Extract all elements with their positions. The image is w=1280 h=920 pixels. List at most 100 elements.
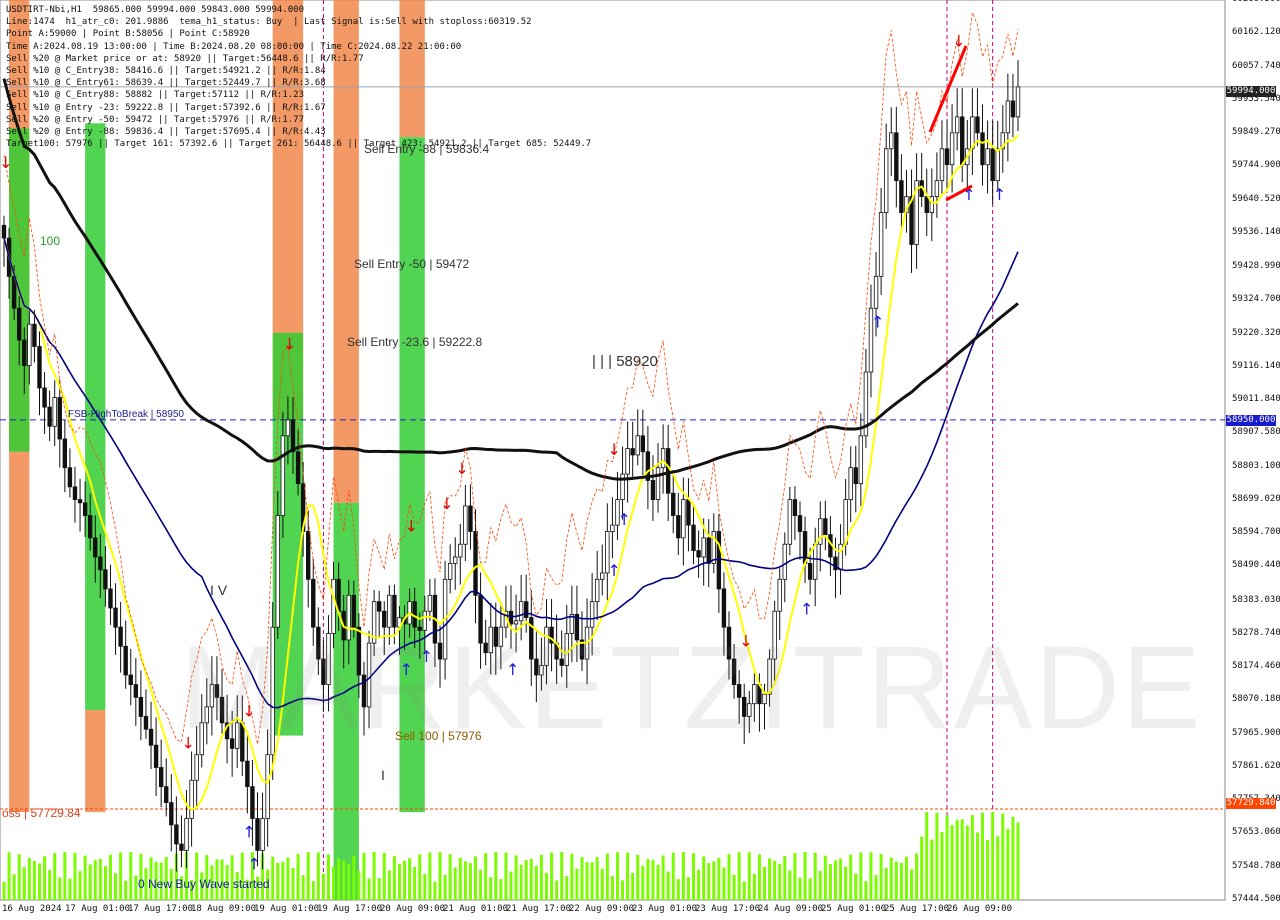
signal-band bbox=[85, 710, 106, 813]
sell-arrow-icon: ↓ bbox=[283, 335, 296, 354]
candle-body bbox=[260, 818, 265, 851]
volume-bar bbox=[854, 873, 858, 900]
volume-bar bbox=[646, 859, 650, 900]
candle-body bbox=[676, 515, 681, 539]
volume-bar bbox=[48, 870, 52, 900]
signal-band bbox=[9, 451, 30, 813]
volume-bar bbox=[874, 875, 878, 900]
volume-bar bbox=[803, 852, 807, 900]
time-tick-label: 19 Aug 17:00 bbox=[317, 904, 383, 914]
candle-body bbox=[990, 148, 995, 182]
volume-bar bbox=[773, 860, 777, 900]
candle-body bbox=[1015, 86, 1021, 118]
volume-bar bbox=[991, 812, 995, 900]
volume-bar bbox=[22, 867, 26, 900]
candle-body bbox=[944, 148, 950, 166]
volume-bar bbox=[529, 859, 533, 900]
time-tick-label: 20 Aug 09:00 bbox=[380, 904, 446, 914]
time-axis[interactable]: 16 Aug 2024 17 Aug 01:00 17 Aug 17:00 18 Au… bbox=[0, 902, 1228, 920]
annotation-point-c: | | | 58920 bbox=[592, 353, 658, 370]
volume-bar bbox=[844, 866, 848, 900]
watermark: MARKETZITRADE bbox=[180, 622, 1203, 754]
volume-bar bbox=[839, 858, 843, 900]
volume-bar bbox=[479, 869, 483, 900]
candle-body bbox=[701, 537, 706, 558]
volume-bar bbox=[986, 839, 990, 900]
volume-bar bbox=[889, 857, 893, 900]
volume-bar bbox=[697, 869, 701, 900]
volume-bar bbox=[788, 870, 792, 900]
candle-body bbox=[47, 406, 52, 427]
candle-body bbox=[72, 486, 78, 500]
candle-body bbox=[468, 505, 473, 532]
candle-body bbox=[949, 132, 955, 166]
price-tick-label: 58907.580 bbox=[1232, 427, 1280, 438]
volume-bar bbox=[88, 864, 92, 900]
volume-bar bbox=[326, 854, 330, 900]
volume-bar bbox=[119, 852, 123, 900]
candle-body bbox=[123, 645, 128, 676]
candle-body bbox=[280, 435, 286, 516]
buy-arrow-icon: ↑ bbox=[993, 185, 1006, 204]
volume-bar bbox=[970, 815, 974, 900]
candle-body bbox=[158, 767, 164, 788]
candle-body bbox=[518, 601, 524, 622]
volume-bar bbox=[960, 819, 964, 900]
candle-body bbox=[245, 760, 250, 788]
fsb-price-tag: 58950.000 bbox=[1226, 415, 1276, 426]
volume-bar bbox=[276, 862, 280, 900]
volume-bar bbox=[1011, 816, 1015, 900]
volume-bar bbox=[920, 836, 924, 900]
volume-bar bbox=[727, 854, 731, 900]
candle-body bbox=[174, 824, 179, 845]
price-tick-label: 59744.900 bbox=[1232, 160, 1280, 171]
volume-bar bbox=[463, 861, 467, 900]
volume-bar bbox=[433, 881, 437, 900]
price-tick-label: 59011.840 bbox=[1232, 394, 1280, 405]
volume-bar bbox=[1006, 828, 1010, 900]
candle-body bbox=[960, 116, 965, 166]
candle-body bbox=[17, 307, 22, 341]
volume-bar bbox=[382, 853, 386, 900]
price-tick-label: 59116.140 bbox=[1232, 360, 1280, 371]
volume-bar bbox=[747, 852, 751, 900]
candle-body bbox=[934, 180, 940, 198]
volume-bar bbox=[676, 879, 680, 900]
price-tick-label: 58070.180 bbox=[1232, 694, 1280, 705]
buy-arrow-icon: ↑ bbox=[871, 312, 884, 331]
volume-bar bbox=[286, 857, 290, 900]
price-axis[interactable]: 60266.50060162.12060057.74059953.5405984… bbox=[1228, 0, 1280, 904]
candle-body bbox=[427, 594, 433, 612]
candle-body bbox=[787, 499, 793, 545]
candle-body bbox=[169, 802, 174, 826]
candle-body bbox=[848, 467, 853, 500]
volume-bar bbox=[707, 863, 711, 900]
price-tick-label: 57548.780 bbox=[1232, 860, 1280, 871]
annotation-sell-entry-50: Sell Entry -50 | 59472 bbox=[354, 257, 470, 271]
volume-bar bbox=[489, 877, 493, 900]
volume-bar bbox=[296, 853, 300, 900]
annotation-wave-iv: I V bbox=[210, 582, 228, 598]
volume-bar bbox=[408, 858, 412, 900]
candle-body bbox=[686, 499, 691, 526]
volume-bar bbox=[103, 866, 107, 900]
price-tick-label: 58594.700 bbox=[1232, 527, 1280, 538]
volume-bar bbox=[945, 815, 949, 900]
volume-bar bbox=[7, 852, 11, 900]
candle-body bbox=[265, 754, 270, 819]
volume-bar bbox=[575, 868, 579, 900]
volume-bar bbox=[352, 855, 356, 900]
volume-bar bbox=[641, 865, 645, 900]
volume-bar bbox=[666, 871, 670, 900]
volume-bar bbox=[950, 825, 954, 900]
volume-bar bbox=[392, 856, 396, 900]
volume-bar bbox=[377, 877, 381, 900]
time-tick-label: 23 Aug 01:00 bbox=[632, 904, 698, 914]
candle-body bbox=[635, 435, 640, 456]
volume-bar bbox=[93, 860, 97, 900]
volume-bar bbox=[403, 860, 407, 900]
candle-body bbox=[600, 572, 605, 580]
candle-body bbox=[671, 492, 676, 516]
candle-body bbox=[164, 786, 169, 803]
volume-bar bbox=[763, 866, 766, 900]
